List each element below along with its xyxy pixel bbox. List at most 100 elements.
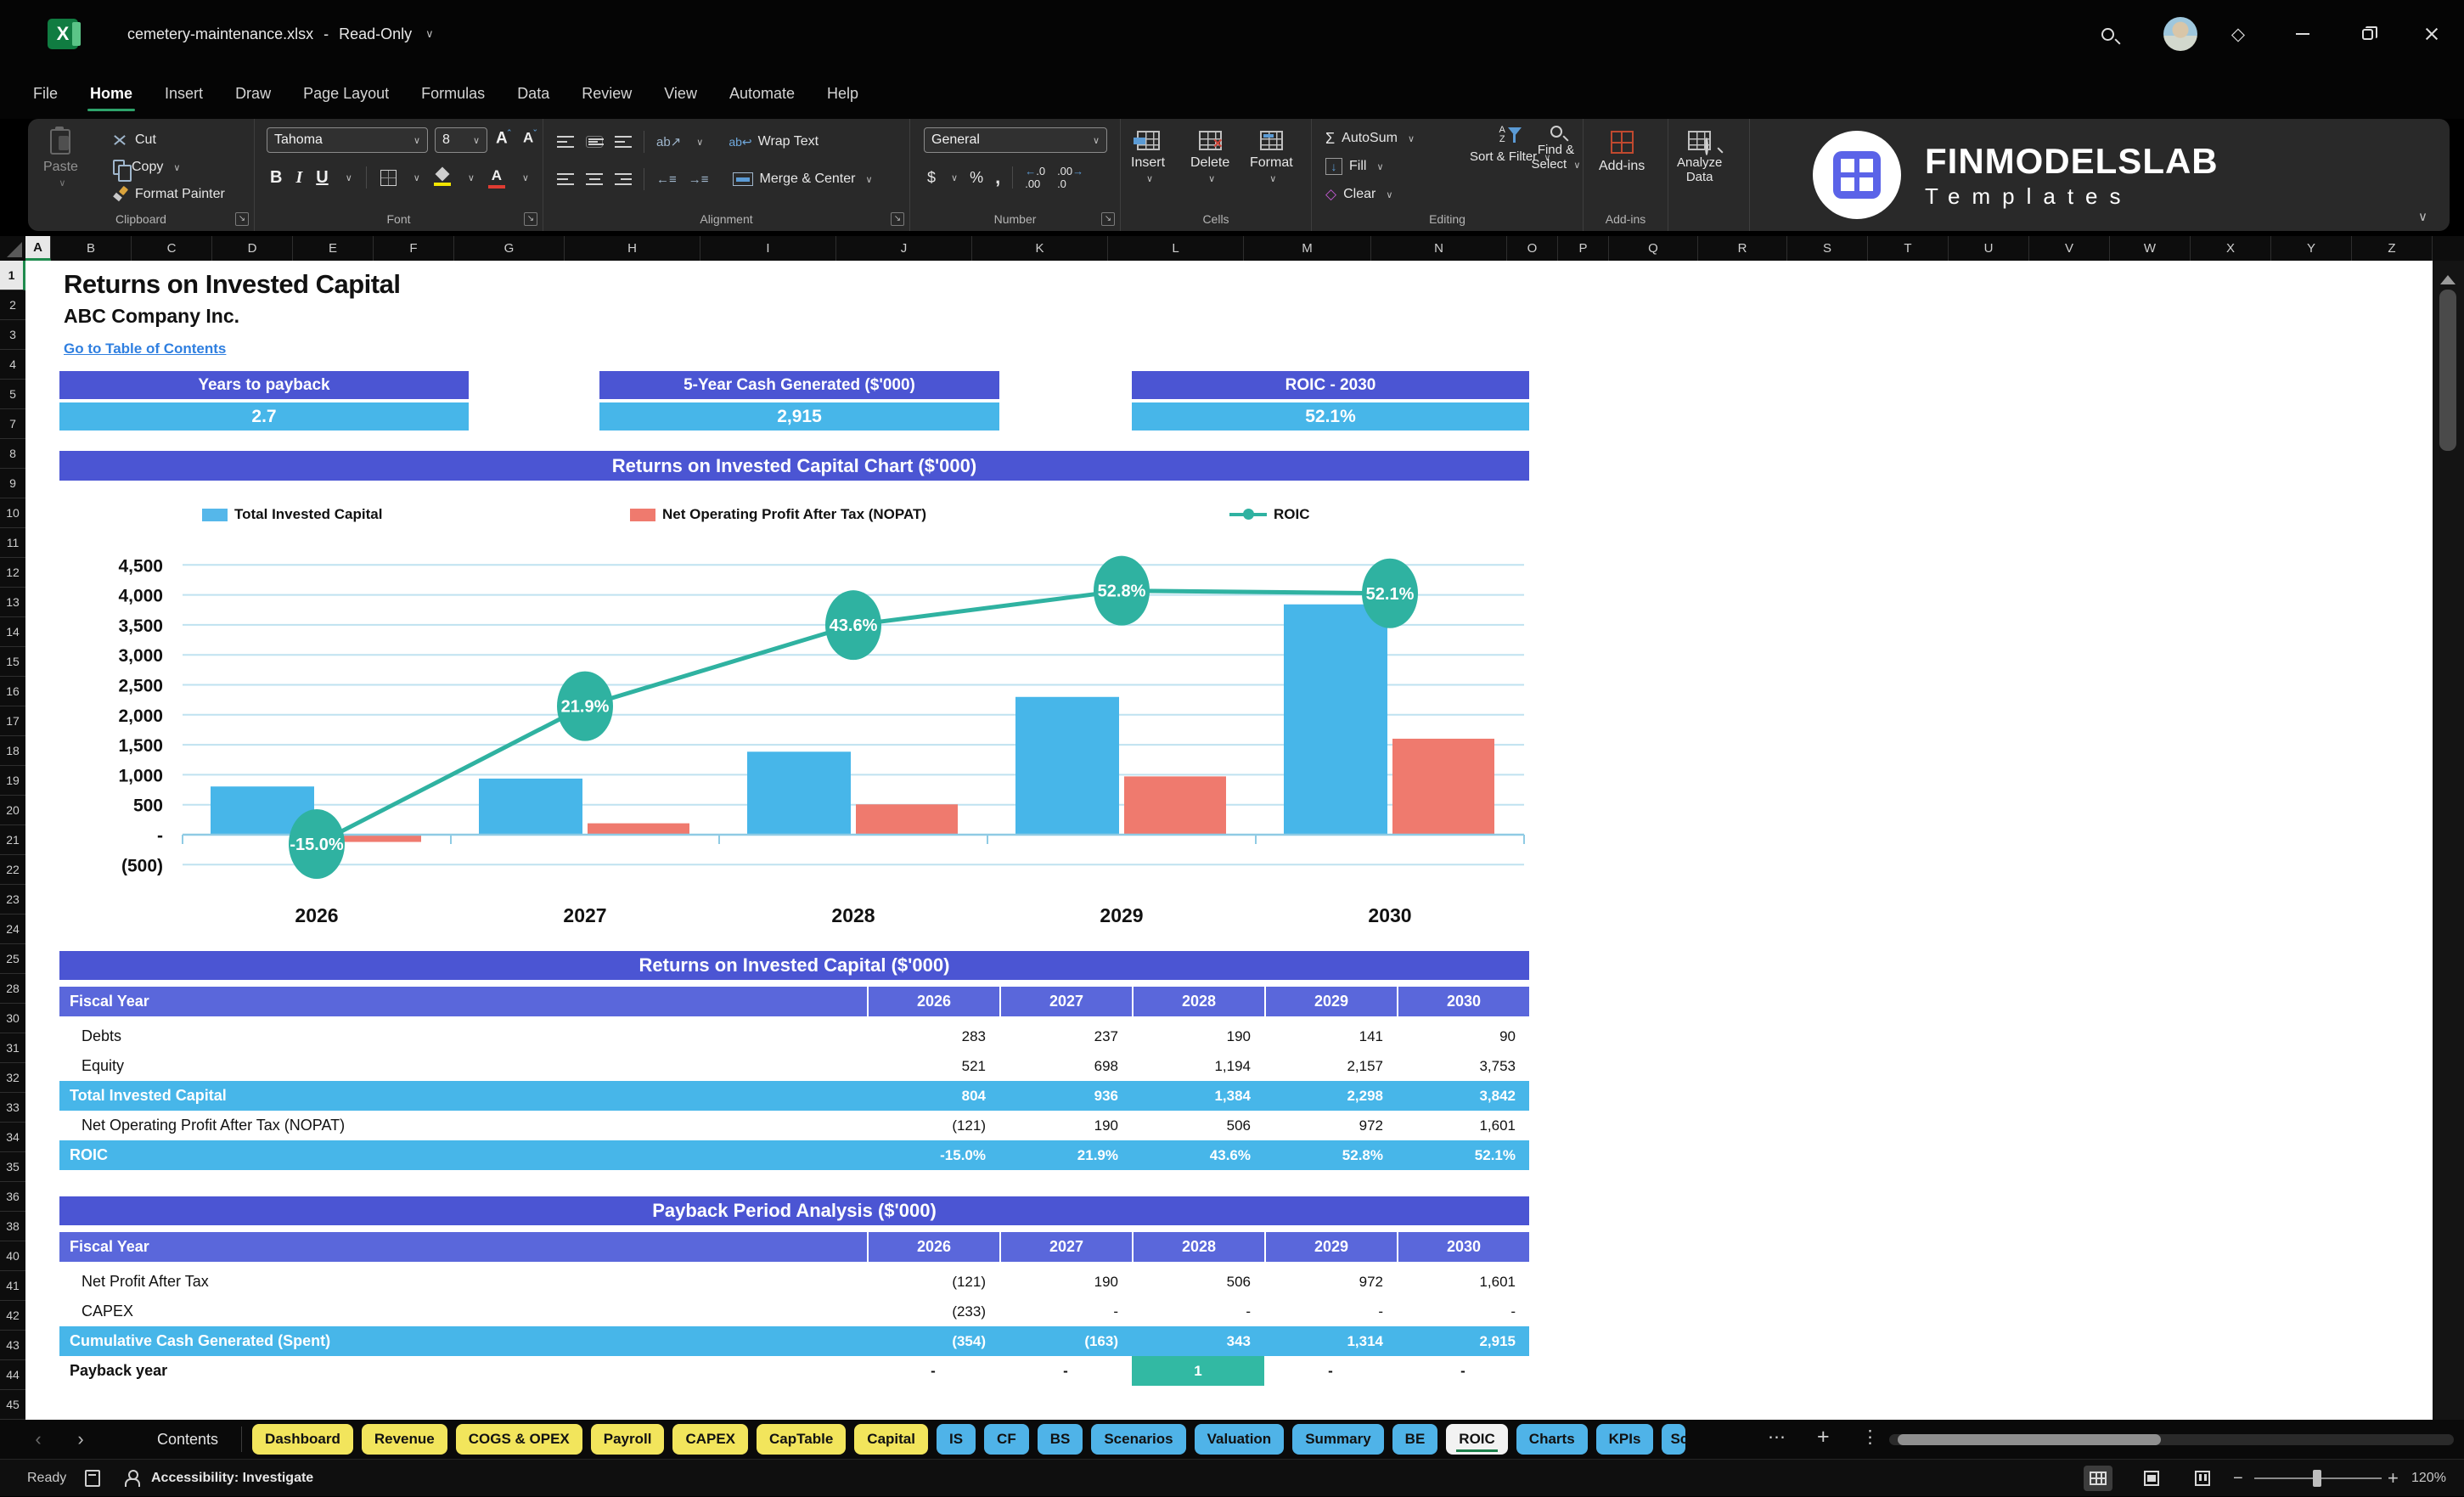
sheet-tab-scenarios[interactable]: Scenarios xyxy=(1091,1424,1186,1455)
decrease-indent-icon[interactable]: ←≡ xyxy=(656,172,677,187)
column-header-O[interactable]: O xyxy=(1507,236,1558,261)
row-header-8[interactable]: 8 xyxy=(0,439,25,469)
align-center-icon[interactable] xyxy=(586,173,603,185)
kpi-value-0[interactable]: 2.7 xyxy=(59,402,469,431)
column-header-H[interactable]: H xyxy=(565,236,700,261)
sheet-tab-contents[interactable]: Contents xyxy=(144,1424,231,1455)
value-cell[interactable]: 698 xyxy=(999,1051,1132,1081)
merge-center-button[interactable]: Merge & Center ∨ xyxy=(732,172,873,187)
select-all-corner[interactable] xyxy=(0,236,25,261)
column-header-M[interactable]: M xyxy=(1244,236,1371,261)
row-header-28[interactable]: 28 xyxy=(0,974,25,1004)
value-cell[interactable]: (121) xyxy=(867,1267,999,1297)
value-cell[interactable]: (163) xyxy=(999,1326,1132,1356)
column-header-Q[interactable]: Q xyxy=(1609,236,1698,261)
value-cell[interactable]: 52.1% xyxy=(1397,1140,1529,1170)
comma-format-button[interactable]: , xyxy=(995,166,1000,189)
page-layout-view-button[interactable] xyxy=(2137,1466,2166,1491)
value-cell[interactable]: 1,601 xyxy=(1397,1267,1529,1297)
column-header-G[interactable]: G xyxy=(454,236,565,261)
paste-button[interactable]: Paste ∨ xyxy=(43,127,78,190)
horizontal-scroll-thumb[interactable] xyxy=(1898,1434,2161,1445)
value-cell[interactable]: (121) xyxy=(867,1111,999,1140)
ribbon-tab-help[interactable]: Help xyxy=(811,78,875,110)
ribbon-tab-data[interactable]: Data xyxy=(501,78,565,110)
value-cell[interactable]: - xyxy=(999,1297,1132,1326)
align-middle-icon[interactable] xyxy=(586,136,604,148)
restore-window-button[interactable] xyxy=(2354,20,2381,48)
row-header-42[interactable]: 42 xyxy=(0,1301,25,1331)
kpi-value-2[interactable]: 52.1% xyxy=(1132,402,1529,431)
zoom-in-button[interactable]: + xyxy=(2388,1460,2399,1497)
user-avatar[interactable] xyxy=(2163,17,2197,51)
column-header-U[interactable]: U xyxy=(1949,236,2029,261)
row-header-18[interactable]: 18 xyxy=(0,736,25,766)
vertical-scrollbar[interactable] xyxy=(2433,261,2464,1420)
value-cell[interactable]: 506 xyxy=(1132,1267,1264,1297)
row-header-44[interactable]: 44 xyxy=(0,1360,25,1390)
scroll-up-icon[interactable] xyxy=(2440,267,2456,284)
row-header-38[interactable]: 38 xyxy=(0,1212,25,1241)
ribbon-tab-automate[interactable]: Automate xyxy=(713,78,811,110)
row-header-16[interactable]: 16 xyxy=(0,677,25,706)
year-header[interactable]: 2028 xyxy=(1132,1232,1264,1262)
row-header-45[interactable]: 45 xyxy=(0,1390,25,1420)
value-cell[interactable]: 21.9% xyxy=(999,1140,1132,1170)
sheet-tab-cogs-opex[interactable]: COGS & OPEX xyxy=(455,1424,582,1455)
format-cells-button[interactable]: Format ∨ xyxy=(1250,131,1293,186)
ribbon-tab-file[interactable]: File xyxy=(17,78,74,110)
year-header[interactable]: 2027 xyxy=(999,1232,1132,1262)
align-bottom-icon[interactable] xyxy=(615,136,632,148)
year-header[interactable]: 2030 xyxy=(1397,1232,1529,1262)
borders-dropdown[interactable]: ∨ xyxy=(413,172,420,183)
value-cell[interactable]: - xyxy=(1397,1356,1529,1386)
value-cell[interactable]: 237 xyxy=(999,1021,1132,1051)
sheet-tab-cf[interactable]: CF xyxy=(984,1424,1029,1455)
row-header-2[interactable]: 2 xyxy=(0,290,25,320)
borders-button[interactable] xyxy=(380,169,397,186)
orientation-dropdown[interactable]: ∨ xyxy=(696,137,703,148)
sheet-tab-capital[interactable]: Capital xyxy=(854,1424,928,1455)
delete-cells-button[interactable]: ✕ Delete ∨ xyxy=(1190,131,1229,186)
autosum-button[interactable]: Σ AutoSum ∨ xyxy=(1325,126,1415,151)
italic-button[interactable]: I xyxy=(295,168,302,188)
macro-record-icon[interactable] xyxy=(85,1460,100,1497)
column-header-F[interactable]: F xyxy=(374,236,454,261)
shrink-font-button[interactable]: Aˇ xyxy=(523,129,537,147)
sheet-tab-dashboard[interactable]: Dashboard xyxy=(252,1424,353,1455)
value-cell[interactable]: - xyxy=(1264,1297,1397,1326)
sheet-tab-roic[interactable]: ROIC xyxy=(1446,1424,1508,1455)
column-header-R[interactable]: R xyxy=(1698,236,1787,261)
number-dialog-launcher[interactable]: ↘ xyxy=(1101,212,1115,226)
column-header-A[interactable]: A xyxy=(25,236,51,261)
value-cell[interactable]: 1 xyxy=(1132,1356,1264,1386)
value-cell[interactable]: (233) xyxy=(867,1297,999,1326)
sheet-tab-revenue[interactable]: Revenue xyxy=(361,1424,447,1455)
column-header-K[interactable]: K xyxy=(972,236,1108,261)
premium-diamond-icon[interactable]: ◇ xyxy=(2225,20,2252,48)
year-header[interactable]: 2026 xyxy=(867,1232,999,1262)
row-header-32[interactable]: 32 xyxy=(0,1063,25,1093)
value-cell[interactable]: - xyxy=(999,1356,1132,1386)
underline-dropdown[interactable]: ∨ xyxy=(346,172,352,183)
spreadsheet-canvas[interactable]: Returns on Invested Capital ABC Company … xyxy=(25,261,2433,1420)
value-cell[interactable]: - xyxy=(1264,1356,1397,1386)
font-dialog-launcher[interactable]: ↘ xyxy=(524,212,537,226)
insert-cells-button[interactable]: Insert ∨ xyxy=(1131,131,1165,186)
year-header[interactable]: 2026 xyxy=(867,987,999,1016)
value-cell[interactable]: 506 xyxy=(1132,1111,1264,1140)
row-header-25[interactable]: 25 xyxy=(0,944,25,974)
accessibility-icon[interactable] xyxy=(124,1460,140,1497)
row-header-40[interactable]: 40 xyxy=(0,1241,25,1271)
year-header[interactable]: 2029 xyxy=(1264,987,1397,1016)
increase-decimal-button[interactable]: ←.0.00 xyxy=(1025,165,1045,190)
find-select-button[interactable]: Find & Select ∨ xyxy=(1529,126,1583,173)
value-cell[interactable]: - xyxy=(1397,1297,1529,1326)
column-header-T[interactable]: T xyxy=(1868,236,1949,261)
value-cell[interactable]: 343 xyxy=(1132,1326,1264,1356)
collapse-ribbon-icon[interactable]: ∨ xyxy=(2418,209,2427,224)
value-cell[interactable]: -15.0% xyxy=(867,1140,999,1170)
value-cell[interactable]: 1,314 xyxy=(1264,1326,1397,1356)
zoom-out-button[interactable]: − xyxy=(2233,1460,2243,1497)
row-header-24[interactable]: 24 xyxy=(0,915,25,944)
